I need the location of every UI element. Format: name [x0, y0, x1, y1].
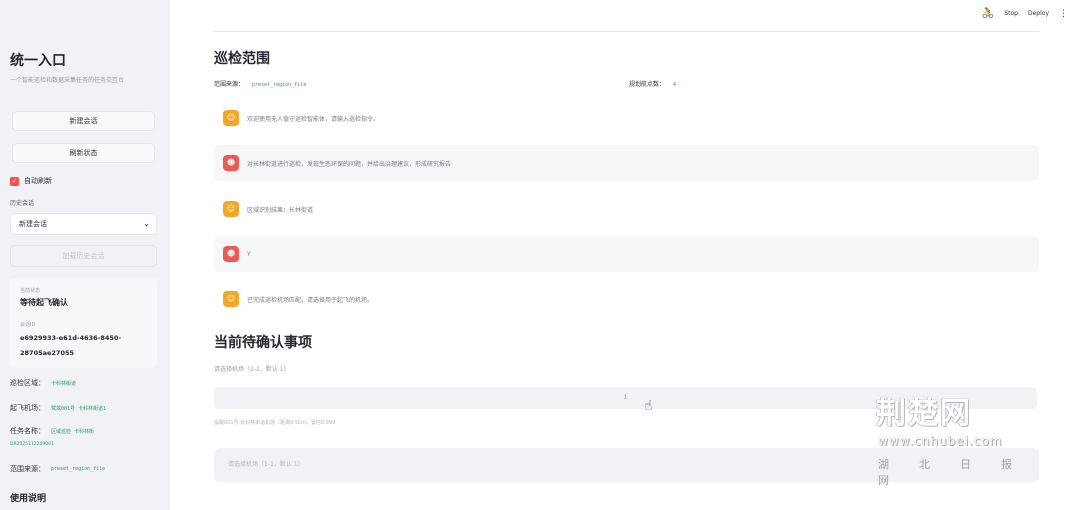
running-icon: 🚴: [981, 8, 995, 19]
source-label: 范围来源：: [10, 465, 45, 473]
chat-message: ☺ 区域识别结果：长林街道: [214, 191, 1039, 227]
session-id-value: e6929933-e61d-4636-8450-28705ae27055: [20, 334, 122, 357]
task-name-value: 区域巡检 卡科林街: [51, 428, 95, 435]
patrol-area-row: 巡检区域： 卡科林街道: [10, 378, 76, 388]
user-avatar-icon: ☻: [223, 246, 239, 262]
takeoff-label: 起飞机场：: [10, 404, 45, 412]
airport-help-text: 提醒001号 长科林街道机场（距离0.5km）置信0.999: [214, 420, 336, 426]
chevron-down-icon[interactable]: ⌄: [143, 214, 150, 234]
stop-button[interactable]: Stop: [1004, 10, 1018, 17]
chat-message: ☻ 对长林街道进行巡检，发现生态环保的问题，并给出治理建议，形成研究报告: [214, 145, 1039, 181]
waypoints-label: 规划航点数：: [629, 81, 666, 88]
session-id-label: 会话ID: [20, 322, 36, 328]
toolbar: 🚴 Stop Deploy ⋮: [972, 8, 1068, 19]
sidebar-subtitle: 一个智能巡检和数据采集任务的任务交互台: [10, 77, 125, 84]
page-title: 巡检范围: [214, 51, 270, 67]
sidebar: 统一入口 一个智能巡检和数据采集任务的任务交互台 新建会话 刷新状态 ✓ 自动刷…: [0, 0, 170, 510]
divider: [214, 31, 1039, 32]
watermark-url: www.cnhubei.com: [878, 434, 1003, 448]
deploy-button[interactable]: Deploy: [1028, 10, 1049, 17]
history-label: 历史会话: [10, 200, 35, 207]
waypoints-value: 4: [673, 82, 677, 88]
user-avatar-icon: ☻: [223, 155, 239, 171]
refresh-status-button[interactable]: 刷新状态: [12, 143, 155, 163]
watermark-chars: 湖北日报网: [878, 458, 1042, 487]
patrol-area-value: 卡科林街道: [51, 380, 77, 387]
assistant-avatar-icon: ☺: [223, 291, 239, 307]
message-text: 对长林街道进行巡检，发现生态环保的问题，并给出治理建议，形成研究报告: [247, 160, 452, 168]
chat-message: ☻ Y: [214, 236, 1039, 272]
assistant-avatar-icon: ☺: [223, 201, 239, 217]
assistant-avatar-icon: ☺: [223, 110, 239, 126]
task-name-label: 任务名称：: [10, 427, 45, 435]
auto-refresh-checkbox[interactable]: ✓ 自动刷新: [10, 176, 52, 186]
source-value: preset_region_file: [51, 466, 106, 472]
checkbox-check-icon[interactable]: ✓: [10, 176, 19, 186]
usage-heading: 使用说明: [10, 494, 47, 504]
message-text: 欢迎使用无人值守巡检智能体，请输入巡检指令。: [247, 115, 380, 123]
patrol-area-label: 巡检区域：: [10, 379, 45, 387]
takeoff-value: 鹭鸶001号 卡科林街道1: [51, 405, 107, 412]
mouse-cursor-icon: ☝: [644, 398, 653, 414]
new-session-button[interactable]: 新建会话: [12, 111, 155, 131]
task-name-row: 任务名称： 区域巡检 卡科林街: [10, 426, 94, 436]
watermark-main: 荆楚网: [876, 396, 972, 431]
message-text: Y: [247, 250, 251, 258]
chat-message: ☺ 已完成巡检机场匹配，请选择用于起飞的机场。: [214, 281, 1039, 317]
message-text: 已完成巡检机场匹配，请选择用于起飞的机场。: [247, 296, 374, 304]
waypoints-meta: 规划航点数： 4: [629, 79, 676, 88]
takeoff-row: 起飞机场： 鹭鸶001号 卡科林街道1: [10, 403, 106, 413]
chat-message: ☺ 欢迎使用无人值守巡检智能体，请输入巡检指令。: [214, 100, 1039, 136]
task-code: DR2025112209001: [10, 442, 54, 447]
airport-input-label: 请选择机场（1-1，默认 1）: [214, 366, 290, 373]
source-row: 范围来源： preset_region_file: [10, 464, 105, 474]
pending-title: 当前待确认事项: [214, 335, 312, 351]
auto-refresh-label: 自动刷新: [24, 177, 52, 185]
history-select[interactable]: 新建会话 ⌄: [10, 213, 157, 235]
source-meta: 范围来源： preset_region_file: [214, 79, 306, 88]
status-card: 当前状态 等待起飞确认 会话ID e6929933-e61d-4636-8450…: [10, 278, 157, 368]
sidebar-title: 统一入口: [10, 53, 66, 69]
watermark-logo: 荆楚网 www.cnhubei.com 湖北日报网: [872, 388, 1072, 487]
source-meta-value: preset_region_file: [252, 82, 307, 88]
status-value: 等待起飞确认: [20, 298, 68, 307]
status-label: 当前状态: [20, 288, 41, 294]
history-selected-value: 新建会话: [19, 220, 47, 228]
menu-icon[interactable]: ⋮: [1059, 9, 1068, 19]
message-text: 区域识别结果：长林街道: [247, 206, 314, 214]
source-meta-label: 范围来源：: [214, 81, 245, 88]
load-history-button[interactable]: 加载历史会话: [10, 245, 157, 267]
